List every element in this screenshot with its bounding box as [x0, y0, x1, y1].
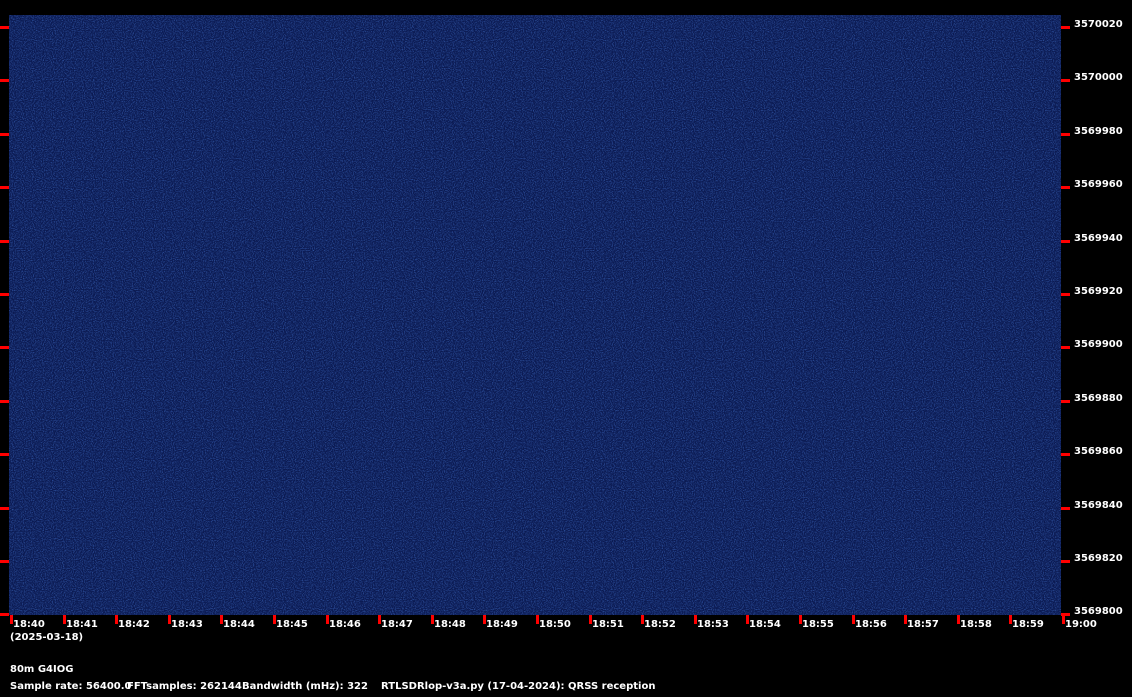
y-tick-right — [1061, 346, 1070, 349]
x-tick — [326, 615, 329, 624]
x-tick-label: 18:45 — [276, 619, 308, 630]
x-tick — [483, 615, 486, 624]
x-tick-label: 18:41 — [66, 619, 98, 630]
y-tick-left — [0, 240, 9, 243]
date-label: (2025-03-18) — [10, 632, 84, 643]
y-tick-left — [0, 346, 9, 349]
y-tick-right — [1061, 79, 1070, 82]
y-tick-right — [1061, 186, 1070, 189]
x-tick-label: 18:56 — [855, 619, 887, 630]
y-tick-left — [0, 186, 9, 189]
y-tick-label: 3569880 — [1074, 393, 1123, 404]
x-tick — [168, 615, 171, 624]
y-tick-right — [1061, 400, 1070, 403]
x-tick-label: 18:48 — [434, 619, 466, 630]
y-tick-right — [1061, 293, 1070, 296]
y-tick-left — [0, 26, 9, 29]
x-tick-label: 18:52 — [644, 619, 676, 630]
y-tick-label: 3569820 — [1074, 553, 1123, 564]
x-tick — [1062, 615, 1065, 624]
y-tick-left — [0, 400, 9, 403]
y-tick-right — [1061, 26, 1070, 29]
x-tick-label: 18:53 — [697, 619, 729, 630]
x-tick — [904, 615, 907, 624]
y-tick-right — [1061, 240, 1070, 243]
x-tick — [1009, 615, 1012, 624]
noise-texture — [9, 15, 1061, 615]
y-tick-label: 3569900 — [1074, 339, 1123, 350]
y-tick-left — [0, 453, 9, 456]
y-tick-label: 3570020 — [1074, 19, 1123, 30]
y-tick-left — [0, 79, 9, 82]
x-tick-label: 18:44 — [223, 619, 255, 630]
x-tick — [378, 615, 381, 624]
y-tick-label: 3569920 — [1074, 286, 1123, 297]
x-tick-label: 18:58 — [960, 619, 992, 630]
x-tick — [431, 615, 434, 624]
sample-rate-label: Sample rate: 56400.0 — [10, 681, 132, 692]
fft-samples-label: FFTsamples: 262144 — [127, 681, 242, 692]
y-tick-label: 3569800 — [1074, 606, 1123, 617]
x-tick-label: 18:54 — [749, 619, 781, 630]
x-tick — [220, 615, 223, 624]
x-tick — [799, 615, 802, 624]
y-tick-left — [0, 507, 9, 510]
y-tick-right — [1061, 507, 1070, 510]
x-tick-label: 18:59 — [1012, 619, 1044, 630]
y-tick-right — [1061, 613, 1070, 616]
spectrogram-waterfall — [9, 15, 1061, 615]
x-tick — [746, 615, 749, 624]
x-tick-label: 18:43 — [171, 619, 203, 630]
x-tick-label: 19:00 — [1065, 619, 1097, 630]
x-tick — [10, 615, 13, 624]
x-tick-label: 18:46 — [329, 619, 361, 630]
x-tick-label: 18:49 — [486, 619, 518, 630]
y-tick-left — [0, 133, 9, 136]
y-tick-left — [0, 293, 9, 296]
y-tick-left — [0, 613, 9, 616]
y-tick-right — [1061, 133, 1070, 136]
y-tick-label: 3569960 — [1074, 179, 1123, 190]
x-tick — [536, 615, 539, 624]
x-tick — [694, 615, 697, 624]
y-tick-label: 3569860 — [1074, 446, 1123, 457]
x-tick — [273, 615, 276, 624]
x-tick-label: 18:40 — [13, 619, 45, 630]
y-tick-label: 3569980 — [1074, 126, 1123, 137]
x-tick-label: 18:50 — [539, 619, 571, 630]
program-label: RTLSDRlop-v3a.py (17-04-2024): QRSS rece… — [381, 681, 656, 692]
x-tick — [641, 615, 644, 624]
x-tick — [589, 615, 592, 624]
x-tick-label: 18:51 — [592, 619, 624, 630]
x-tick-label: 18:55 — [802, 619, 834, 630]
x-tick — [852, 615, 855, 624]
y-tick-right — [1061, 560, 1070, 563]
y-tick-label: 3569840 — [1074, 500, 1123, 511]
x-tick — [63, 615, 66, 624]
x-tick-label: 18:57 — [907, 619, 939, 630]
bandwidth-label: Bandwidth (mHz): 322 — [242, 681, 368, 692]
x-tick — [957, 615, 960, 624]
y-tick-label: 3570000 — [1074, 72, 1123, 83]
station-label: 80m G4IOG — [10, 664, 74, 675]
x-tick — [115, 615, 118, 624]
y-tick-label: 3569940 — [1074, 233, 1123, 244]
y-tick-right — [1061, 453, 1070, 456]
y-tick-left — [0, 560, 9, 563]
x-tick-label: 18:42 — [118, 619, 150, 630]
x-tick-label: 18:47 — [381, 619, 413, 630]
